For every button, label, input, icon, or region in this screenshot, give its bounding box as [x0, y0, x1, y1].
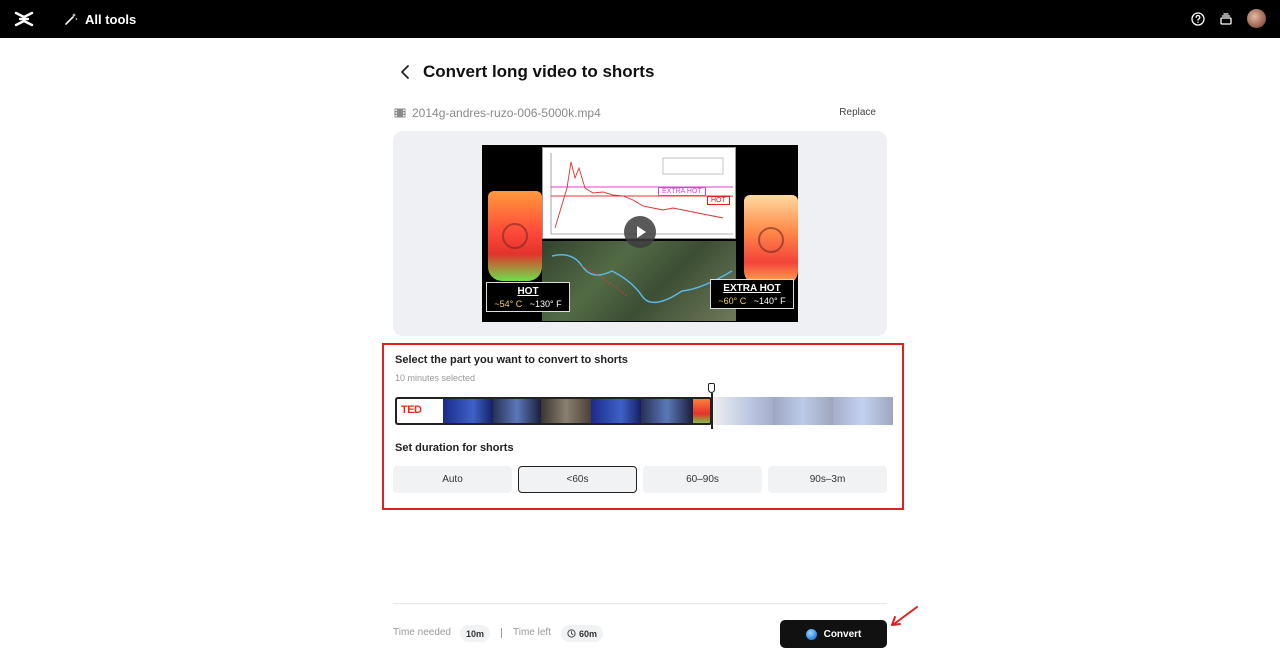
time-needed-value: 10m	[466, 628, 485, 639]
convert-button[interactable]: Convert	[780, 620, 887, 648]
time-left-label: Time left	[513, 627, 551, 638]
extra-hot-celsius: ~60° C	[718, 296, 747, 306]
top-right-actions	[1191, 9, 1266, 28]
all-tools-button[interactable]: All tools	[64, 10, 136, 28]
extra-hot-label: EXTRA HOT	[723, 283, 781, 294]
selection-subtitle: 10 minutes selected	[395, 373, 476, 383]
duration-under-60s-button[interactable]: <60s	[518, 466, 637, 493]
time-needed-label: Time needed	[393, 627, 451, 638]
footer-separator	[501, 628, 502, 638]
extra-hot-label-box: EXTRA HOT ~60° C ~140° F	[710, 279, 794, 309]
time-left-badge: 60m	[561, 625, 604, 642]
clock-icon	[567, 629, 576, 638]
video-preview-panel: EXTRA HOT HOT HOT ~54° C ~130° F EXTRA H…	[393, 131, 887, 336]
timeline-playhead-line	[711, 393, 713, 429]
timeline-unselected-overlay	[712, 397, 893, 425]
convert-credit-icon	[805, 628, 817, 640]
timeline-playhead-handle[interactable]	[708, 383, 715, 393]
video-map-pane	[542, 241, 736, 321]
convert-label: Convert	[823, 628, 862, 640]
back-chevron-icon[interactable]	[399, 64, 413, 80]
inbox-stack-icon[interactable]	[1219, 12, 1233, 26]
play-button[interactable]	[624, 216, 656, 248]
footer-divider	[393, 603, 887, 604]
hot-label-box: HOT ~54° C ~130° F	[486, 282, 570, 312]
chart-extra-hot-tag: EXTRA HOT	[658, 187, 706, 196]
hot-celsius: ~54° C	[494, 299, 523, 309]
river-map-graphic	[551, 254, 733, 304]
selection-panel: Select the part you want to convert to s…	[382, 343, 904, 510]
capcut-logo-icon[interactable]	[14, 9, 34, 29]
file-row: 2014g-andres-ruzo-006-5000k.mp4 Replace	[394, 106, 878, 122]
video-frame[interactable]: EXTRA HOT HOT HOT ~54° C ~130° F EXTRA H…	[482, 145, 798, 322]
hot-fahrenheit: ~130° F	[529, 299, 562, 309]
magic-wand-icon	[65, 13, 78, 25]
time-needed-badge: 10m	[460, 625, 491, 642]
duration-90s-3m-button[interactable]: 90s–3m	[768, 466, 887, 493]
thermal-cup-right	[744, 195, 798, 285]
duration-60-90s-button[interactable]: 60–90s	[643, 466, 762, 493]
avatar[interactable]	[1247, 9, 1266, 28]
film-icon	[394, 108, 406, 118]
time-left-value: 60m	[579, 628, 598, 639]
page-title: Convert long video to shorts	[423, 62, 655, 81]
red-arrow-annotation-icon	[891, 606, 918, 626]
timeline-selection-frame[interactable]	[395, 397, 712, 425]
replace-button[interactable]: Replace	[839, 107, 876, 118]
selection-title: Select the part you want to convert to s…	[395, 354, 628, 366]
cup-logo-icon	[502, 223, 528, 249]
hot-label: HOT	[517, 286, 539, 297]
duration-title: Set duration for shorts	[395, 442, 514, 454]
help-icon[interactable]	[1191, 11, 1205, 26]
thermal-cup-left	[488, 191, 542, 281]
file-name: 2014g-andres-ruzo-006-5000k.mp4	[412, 106, 601, 120]
duration-auto-button[interactable]: Auto	[393, 466, 512, 493]
chart-hot-tag: HOT	[707, 196, 730, 205]
top-bar: All tools	[0, 0, 1280, 38]
extra-hot-fahrenheit: ~140° F	[753, 296, 786, 306]
all-tools-label: All tools	[85, 11, 137, 27]
cup-logo-icon	[758, 227, 784, 253]
